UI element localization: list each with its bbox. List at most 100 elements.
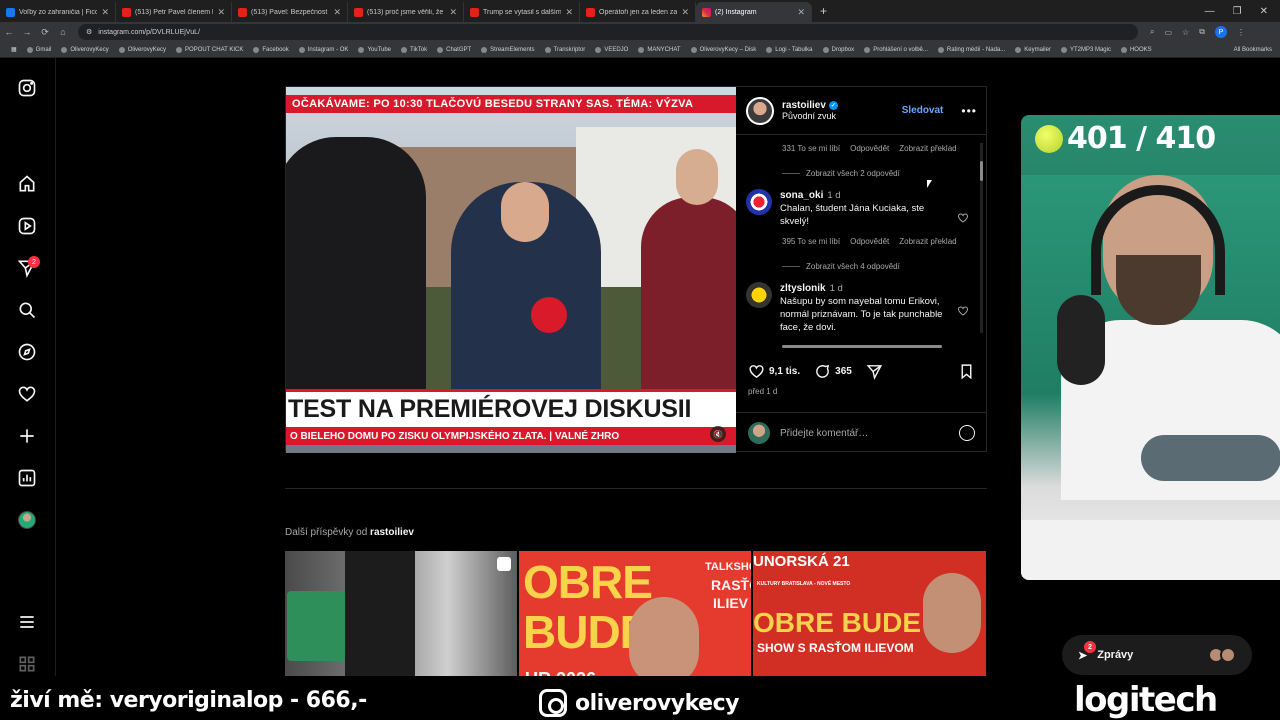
create-nav-icon[interactable]: [17, 426, 37, 446]
thumb2-text-4: RASŤO: [711, 577, 751, 593]
commenter-username[interactable]: zltyslonik: [780, 283, 826, 294]
bookmark-item[interactable]: Transkriptor: [540, 46, 591, 53]
mute-icon[interactable]: 🔇: [710, 426, 726, 442]
menu-nav-icon[interactable]: [17, 612, 37, 632]
bookmark-item[interactable]: Facebook: [248, 46, 293, 53]
close-tab-icon[interactable]: ✕: [101, 7, 109, 18]
bookmark-item[interactable]: Rating médií - Nada...: [933, 46, 1010, 53]
bookmark-item[interactable]: HOOKS: [1116, 46, 1157, 53]
messages-label: Zprávy: [1097, 649, 1134, 661]
more-posts-username[interactable]: rastoiliev: [370, 527, 414, 538]
browser-menu-icon[interactable]: ⋮: [1237, 28, 1245, 37]
audio-label[interactable]: Původní zvuk: [782, 111, 894, 121]
instagram-logo-icon[interactable]: [17, 78, 37, 98]
profile-nav-avatar[interactable]: [18, 511, 36, 529]
explore-nav-icon[interactable]: [17, 342, 37, 362]
bookmark-item[interactable]: StreamElements: [476, 46, 539, 53]
close-window-icon[interactable]: ✕: [1260, 6, 1268, 17]
bookmark-item[interactable]: OliverovyKecy – Disk: [686, 46, 762, 53]
translate-button[interactable]: Zobrazit překlad: [899, 144, 956, 153]
view-replies-button[interactable]: Zobrazit všech 4 odpovědí: [736, 254, 987, 278]
scrollbar-thumb[interactable]: [980, 161, 983, 181]
bookmark-item[interactable]: VEEDJO: [590, 46, 633, 53]
commenter-avatar[interactable]: [746, 189, 772, 215]
browser-tab[interactable]: Voľby zo zahraničia | Fico pova✕: [0, 2, 116, 22]
commenter-avatar[interactable]: [746, 282, 772, 308]
apps-icon[interactable]: ▦: [6, 46, 22, 53]
comments-scrollbar[interactable]: [980, 143, 983, 333]
bookmark-favicon-icon: [437, 46, 444, 53]
browser-tab[interactable]: (513) Petr Pavel členem komun ✕: [116, 2, 232, 22]
reply-button[interactable]: Odpovědět: [850, 237, 889, 246]
browser-tab[interactable]: (2) Instagram ✕: [696, 2, 812, 22]
bookmark-item[interactable]: Logi - Tabulka: [761, 46, 817, 53]
browser-tab[interactable]: (513) Pavel: Bezpečnost je odp ✕: [232, 2, 348, 22]
bookmark-item[interactable]: TikTok: [396, 46, 432, 53]
bookmark-item[interactable]: Prohlášení o volbě...: [859, 46, 933, 53]
bookmark-item[interactable]: YT2MP3 Magic: [1056, 46, 1116, 53]
reply-button[interactable]: Odpovědět: [850, 144, 889, 153]
bookmark-favicon-icon: [864, 46, 871, 53]
back-icon[interactable]: ←: [0, 27, 18, 37]
bookmark-label: HOOKS: [1129, 46, 1152, 53]
view-replies-button[interactable]: Zobrazit všech 2 odpovědí: [736, 161, 987, 185]
site-info-icon[interactable]: ⚙: [86, 28, 92, 36]
bookmark-item[interactable]: OliverovyKecy: [114, 46, 171, 53]
bookmark-item[interactable]: MANYCHAT: [633, 46, 685, 53]
bookmark-item[interactable]: Instagram - OK: [294, 46, 354, 53]
reload-icon[interactable]: ⟳: [36, 27, 54, 38]
new-tab-button[interactable]: +: [812, 4, 835, 18]
more-options-icon[interactable]: •••: [961, 104, 977, 118]
bookmark-item[interactable]: Keymailer: [1010, 46, 1056, 53]
bookmark-favicon-icon: [766, 46, 773, 53]
bookmark-item[interactable]: POPOUT CHAT KICK: [171, 46, 248, 53]
url-field[interactable]: ⚙ instagram.com/p/DVLRLUEjVuL/: [78, 24, 1138, 40]
bookmark-item[interactable]: Dropbox: [818, 46, 860, 53]
extensions-icon[interactable]: ⧉: [1199, 27, 1205, 37]
close-tab-icon[interactable]: ✕: [797, 7, 805, 18]
minimize-icon[interactable]: —: [1205, 6, 1215, 17]
forward-icon[interactable]: →: [18, 27, 36, 37]
close-tab-icon[interactable]: ✕: [217, 7, 225, 18]
reels-nav-icon[interactable]: [17, 216, 37, 236]
browser-tab[interactable]: Operátoři jen za leden zablokc✕: [580, 2, 696, 22]
comment-bubble-icon[interactable]: [814, 363, 831, 380]
close-tab-icon[interactable]: ✕: [333, 7, 341, 18]
post-video[interactable]: OČAKÁVAME: PO 10:30 TLAČOVÚ BESEDU STRAN…: [286, 87, 736, 453]
close-tab-icon[interactable]: ✕: [681, 7, 689, 18]
emoji-icon[interactable]: [959, 425, 975, 441]
like-heart-icon[interactable]: [748, 363, 765, 380]
add-comment-input[interactable]: Přidejte komentář…: [780, 428, 868, 439]
profile-avatar[interactable]: P: [1214, 26, 1227, 38]
author-avatar[interactable]: [746, 96, 774, 125]
messages-pill[interactable]: ➤ 2 Zprávy: [1062, 635, 1252, 675]
comment-like-heart-icon[interactable]: [957, 211, 969, 223]
commenter-username[interactable]: sona_oki: [780, 190, 823, 201]
maximize-icon[interactable]: ❐: [1233, 6, 1242, 17]
dashboard-nav-icon[interactable]: [17, 468, 37, 488]
bookmark-item[interactable]: OliverovyKecy: [56, 46, 113, 53]
browser-tab[interactable]: Trump se vytasil s dalším termí✕: [464, 2, 580, 22]
bookmark-item[interactable]: Gmail: [22, 46, 57, 53]
threads-nav-icon[interactable]: [17, 654, 37, 674]
home-nav-icon[interactable]: [17, 174, 37, 194]
author-username[interactable]: rastoiliev: [782, 100, 826, 111]
share-icon[interactable]: [866, 363, 883, 380]
bookmark-item[interactable]: ChatGPT: [432, 46, 476, 53]
cast-icon[interactable]: ▭: [1164, 28, 1172, 37]
bookmark-item[interactable]: YouTube: [353, 46, 396, 53]
search-icon[interactable]: ⌕: [1150, 27, 1154, 37]
heart-nav-icon[interactable]: [17, 384, 37, 404]
all-bookmarks-button[interactable]: All Bookmarks: [1229, 47, 1280, 53]
home-icon[interactable]: ⌂: [54, 27, 72, 37]
translate-button[interactable]: Zobrazit překlad: [899, 237, 956, 246]
bookmark-star-icon[interactable]: ☆: [1182, 28, 1189, 37]
close-tab-icon[interactable]: ✕: [565, 7, 573, 18]
save-bookmark-icon[interactable]: [958, 363, 975, 380]
follow-button[interactable]: Sledovat: [902, 105, 944, 116]
close-tab-icon[interactable]: ✕: [449, 7, 457, 18]
search-nav-icon[interactable]: [17, 300, 37, 320]
comment-like-heart-icon[interactable]: [957, 304, 969, 316]
browser-tab[interactable]: (513) proč jsme věřili, že v roce ✕: [348, 2, 464, 22]
comments-horizontal-scrollbar[interactable]: [782, 345, 942, 348]
